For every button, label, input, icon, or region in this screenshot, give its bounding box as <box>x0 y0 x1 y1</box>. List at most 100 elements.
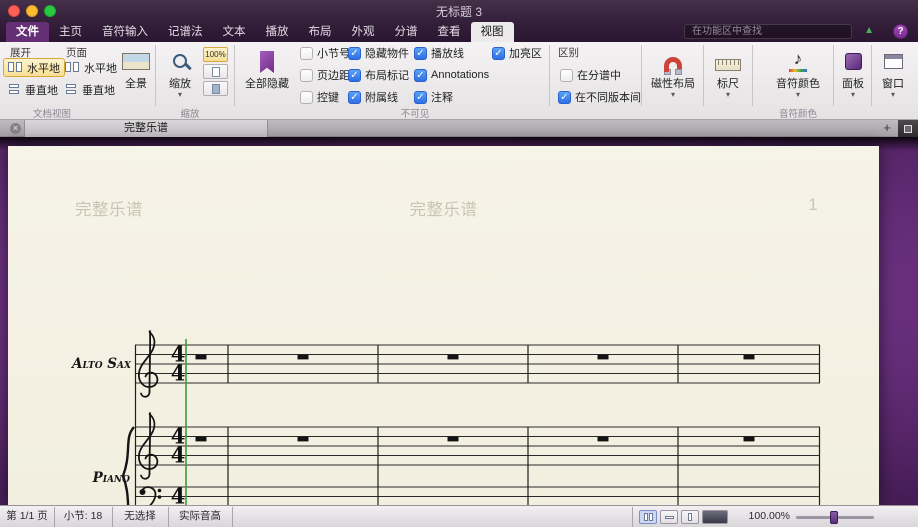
chevron-down-icon: ▾ <box>890 90 895 99</box>
panel-icon <box>844 52 862 70</box>
ribbon: 展开 页面 水平地 垂直地 水平地 垂直地 全景 文档视图 缩放 ▾ 100% … <box>0 42 918 120</box>
checkbox-box: ✓ <box>348 46 361 60</box>
checkbox-between-versions[interactable]: ✓ 在不同版本间 <box>558 90 641 104</box>
checkbox-box: ✓ <box>348 68 361 82</box>
close-tab-icon[interactable]: × <box>10 123 21 134</box>
checkbox-box: ✓ <box>414 90 427 104</box>
zoom-group-label: 缩放 <box>180 109 200 120</box>
hide-all-button[interactable]: 全部隐藏 <box>238 47 296 107</box>
tab-review[interactable]: 查看 <box>428 22 471 42</box>
checkbox-box <box>300 46 313 60</box>
invisibles-group-label: 不可见 <box>400 109 430 120</box>
title-bar: 无标题 3 文件 主页 音符输入 记谱法 文本 播放 布局 外观 分谱 查看 视… <box>0 0 918 42</box>
checkbox-in-parts[interactable]: 在分谱中 <box>560 68 621 82</box>
magnetic-layout-button[interactable]: 磁性布局 ▾ <box>644 47 702 107</box>
checkbox-box: ✓ <box>414 46 427 60</box>
score-page[interactable]: 完整乐谱 完整乐谱 1 4 4 4 4 4 Alto Sax Piano <box>8 146 879 505</box>
note-colors-group-label: 音符颜色 <box>778 109 817 120</box>
checkbox-annotations[interactable]: ✓ Annotations <box>414 68 489 82</box>
differences-label: 区别 <box>558 47 579 59</box>
tab-file[interactable]: 文件 <box>6 22 49 42</box>
sibelius-window: 无标题 3 文件 主页 音符输入 记谱法 文本 播放 布局 外观 分谱 查看 视… <box>0 0 918 527</box>
checkbox-handles[interactable]: 控键 <box>300 90 339 104</box>
add-tab-button[interactable]: + <box>878 120 896 137</box>
help-button[interactable]: ? <box>893 24 908 39</box>
checkbox-attachment-lines[interactable]: ✓ 附属线 <box>348 90 398 104</box>
chevron-down-icon: ▾ <box>670 90 675 99</box>
pages-vertical-icon <box>8 84 21 95</box>
zoom-fit-page-button[interactable] <box>203 64 228 79</box>
tab-text[interactable]: 文本 <box>213 22 256 42</box>
tab-view[interactable]: 视图 <box>470 22 514 42</box>
pages-horizontal-button[interactable]: 水平地 <box>60 58 122 77</box>
view-pages-vertical-icon[interactable] <box>660 510 678 524</box>
panels-button[interactable]: 面板 ▾ <box>835 47 871 107</box>
status-page: 第 1/1 页 <box>6 510 48 522</box>
panorama-icon <box>122 52 150 70</box>
zoom-button[interactable]: 缩放 ▾ <box>160 47 200 107</box>
instrument-label-alto-sax[interactable]: Alto Sax <box>67 356 131 372</box>
ruler-icon <box>715 59 741 71</box>
checkbox-box <box>300 90 313 104</box>
zoom-slider[interactable] <box>796 511 874 524</box>
checkbox-box: ✓ <box>558 90 571 104</box>
checkbox-box <box>560 68 573 82</box>
checkbox-layout-marks[interactable]: ✓ 布局标记 <box>348 68 409 82</box>
zoom-fit-width-button[interactable] <box>203 81 228 96</box>
svg-text:4: 4 <box>171 361 186 386</box>
pages-horizontal-icon <box>8 62 23 73</box>
spread-horizontal-button[interactable]: 水平地 <box>3 58 65 77</box>
tab-notations[interactable]: 记谱法 <box>158 22 213 42</box>
chevron-down-icon: ▾ <box>725 90 730 99</box>
piano-brace <box>121 426 135 505</box>
magnet-icon <box>664 56 682 75</box>
checkbox-hidden-objects[interactable]: ✓ 隐藏物件 <box>348 46 409 60</box>
zoom-slider-thumb[interactable] <box>830 511 838 524</box>
view-panorama-icon[interactable] <box>702 510 728 524</box>
window-title: 无标题 3 <box>435 5 482 19</box>
pages-vertical-icon <box>65 84 78 95</box>
checkbox-bar-numbers[interactable]: 小节号 <box>300 46 350 60</box>
checkbox-box <box>300 68 313 82</box>
zoom-percentage: 100.00% <box>748 510 790 522</box>
tab-appearance[interactable]: 外观 <box>342 22 385 42</box>
checkbox-comments[interactable]: ✓ 注释 <box>414 90 453 104</box>
svg-text:4: 4 <box>171 443 186 468</box>
document-tab-full-score[interactable]: 完整乐谱 <box>24 120 268 137</box>
pages-vertical-button[interactable]: 垂直地 <box>60 80 120 99</box>
collapse-ribbon-icon[interactable]: ▲ <box>864 25 874 36</box>
tab-note-input[interactable]: 音符输入 <box>92 22 158 42</box>
checkbox-box: ✓ <box>492 46 505 60</box>
window-button[interactable]: 窗口 ▾ <box>874 47 912 107</box>
tab-menu-button[interactable] <box>898 120 918 137</box>
instrument-label-piano[interactable]: Piano <box>66 470 130 486</box>
view-single-page-icon[interactable] <box>681 510 699 524</box>
tab-menu-icon <box>904 124 912 133</box>
staff-piano-treble <box>135 426 820 466</box>
magnifier-icon <box>173 54 187 68</box>
note-icon: ♪ <box>793 49 803 68</box>
tab-parts[interactable]: 分谱 <box>385 22 428 42</box>
spread-vertical-button[interactable]: 垂直地 <box>3 80 63 99</box>
ribbon-search-input[interactable]: 在功能区中查找 <box>684 24 852 39</box>
whole-rests <box>195 354 755 442</box>
time-signatures: 4 4 4 4 4 <box>171 342 186 506</box>
checkbox-box: ✓ <box>414 68 427 82</box>
barlines <box>134 345 821 505</box>
view-pages-horizontal-icon[interactable] <box>639 510 657 524</box>
note-colors-button[interactable]: ♪ 音符颜色 ▾ <box>768 47 828 107</box>
page-width-icon <box>211 83 220 94</box>
window-icon <box>883 53 903 69</box>
checkbox-page-margins[interactable]: 页边距 <box>300 68 350 82</box>
rulers-button[interactable]: 标尺 ▾ <box>706 47 750 107</box>
checkbox-playback-line[interactable]: ✓ 播放线 <box>414 46 464 60</box>
tab-layout[interactable]: 布局 <box>299 22 342 42</box>
document-tab-bar: × 完整乐谱 + <box>0 120 918 137</box>
chevron-down-icon: ▾ <box>850 90 855 99</box>
panorama-button[interactable]: 全景 <box>118 47 154 107</box>
tab-home[interactable]: 主页 <box>49 22 92 42</box>
zoom-100-button[interactable]: 100% <box>203 47 228 62</box>
checkbox-highlights[interactable]: ✓ 加亮区 <box>492 46 542 60</box>
tab-play[interactable]: 播放 <box>256 22 299 42</box>
status-concert-pitch-toggle[interactable]: 实际音高 <box>168 506 232 527</box>
